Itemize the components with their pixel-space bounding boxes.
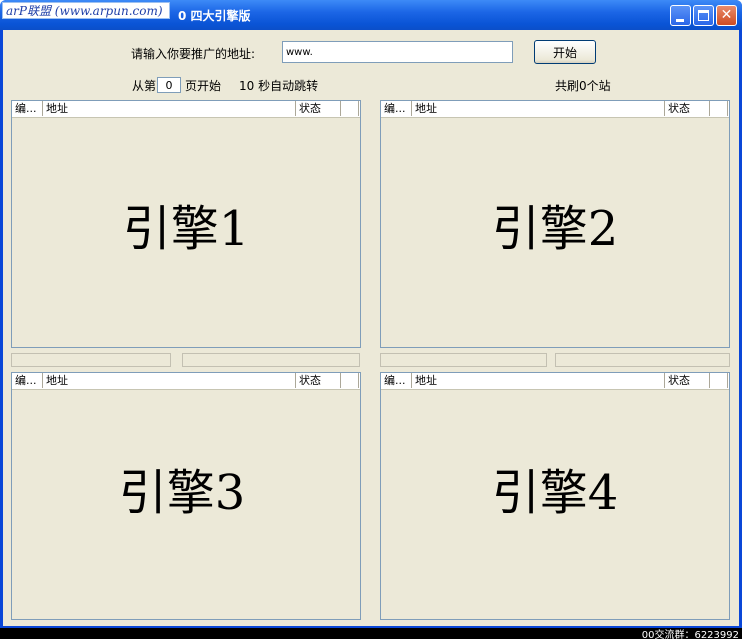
engine-2-list[interactable]: 编... 地址 状态 引擎2	[380, 100, 730, 348]
engine-4-list[interactable]: 编... 地址 状态 引擎4	[380, 372, 730, 620]
engine-1-list[interactable]: 编... 地址 状态 引擎1	[11, 100, 361, 348]
engine-2-progress-bar	[380, 353, 547, 367]
status-text: 00交流群：6223992	[641, 630, 739, 639]
start-page-input[interactable]	[157, 77, 181, 93]
list-header: 编... 地址 状态	[12, 373, 360, 390]
brand-logo: arP联盟 (www.arpun.com)	[2, 2, 170, 19]
engine-3-list[interactable]: 编... 地址 状态 引擎3	[11, 372, 361, 620]
column-status[interactable]: 状态	[296, 101, 341, 116]
close-button[interactable]: ✕	[716, 5, 737, 26]
column-extra[interactable]	[341, 101, 359, 116]
title-bar[interactable]: arP联盟 (www.arpun.com) 0 四大引擎版 ✕	[0, 0, 742, 30]
column-status[interactable]: 状态	[296, 373, 341, 388]
client-area: 请输入你要推广的地址: 开始 从第 页开始 10 秒自动跳转 共刷0个站 编..…	[3, 30, 739, 626]
maximize-button[interactable]	[693, 5, 714, 26]
column-status[interactable]: 状态	[665, 373, 710, 388]
minimize-icon	[676, 19, 684, 22]
engine-label: 引擎3	[118, 465, 246, 521]
column-extra[interactable]	[710, 101, 728, 116]
url-input[interactable]	[282, 41, 513, 63]
column-number[interactable]: 编...	[12, 101, 43, 116]
column-number[interactable]: 编...	[12, 373, 43, 388]
column-address[interactable]: 地址	[412, 373, 665, 388]
engine-2-status-bar	[555, 353, 730, 367]
maximize-icon	[698, 10, 709, 21]
column-address[interactable]: 地址	[43, 101, 296, 116]
status-bar: 00交流群：6223992	[0, 628, 742, 639]
column-extra[interactable]	[710, 373, 728, 388]
close-icon: ✕	[720, 7, 733, 23]
total-sites-label: 共刷0个站	[555, 79, 611, 93]
column-number[interactable]: 编...	[381, 101, 412, 116]
column-status[interactable]: 状态	[665, 101, 710, 116]
engine-1-progress-bar	[11, 353, 171, 367]
window-title: 0 四大引擎版	[178, 9, 251, 23]
engine-label: 引擎1	[122, 201, 250, 257]
url-label: 请输入你要推广的地址:	[131, 47, 256, 61]
column-extra[interactable]	[341, 373, 359, 388]
engine-label: 引擎4	[491, 465, 619, 521]
list-header: 编... 地址 状态	[381, 373, 729, 390]
engine-label: 引擎2	[491, 201, 619, 257]
auto-jump-label: 10 秒自动跳转	[239, 79, 319, 93]
column-address[interactable]: 地址	[43, 373, 296, 388]
column-number[interactable]: 编...	[381, 373, 412, 388]
app-window: arP联盟 (www.arpun.com) 0 四大引擎版 ✕ 请输入你要推广的…	[0, 0, 742, 639]
list-header: 编... 地址 状态	[12, 101, 360, 118]
minimize-button[interactable]	[670, 5, 691, 26]
list-header: 编... 地址 状态	[381, 101, 729, 118]
start-button[interactable]: 开始	[534, 40, 596, 64]
engine-1-status-bar	[182, 353, 360, 367]
column-address[interactable]: 地址	[412, 101, 665, 116]
from-page-label: 从第	[132, 79, 157, 93]
page-start-label: 页开始	[185, 79, 222, 93]
